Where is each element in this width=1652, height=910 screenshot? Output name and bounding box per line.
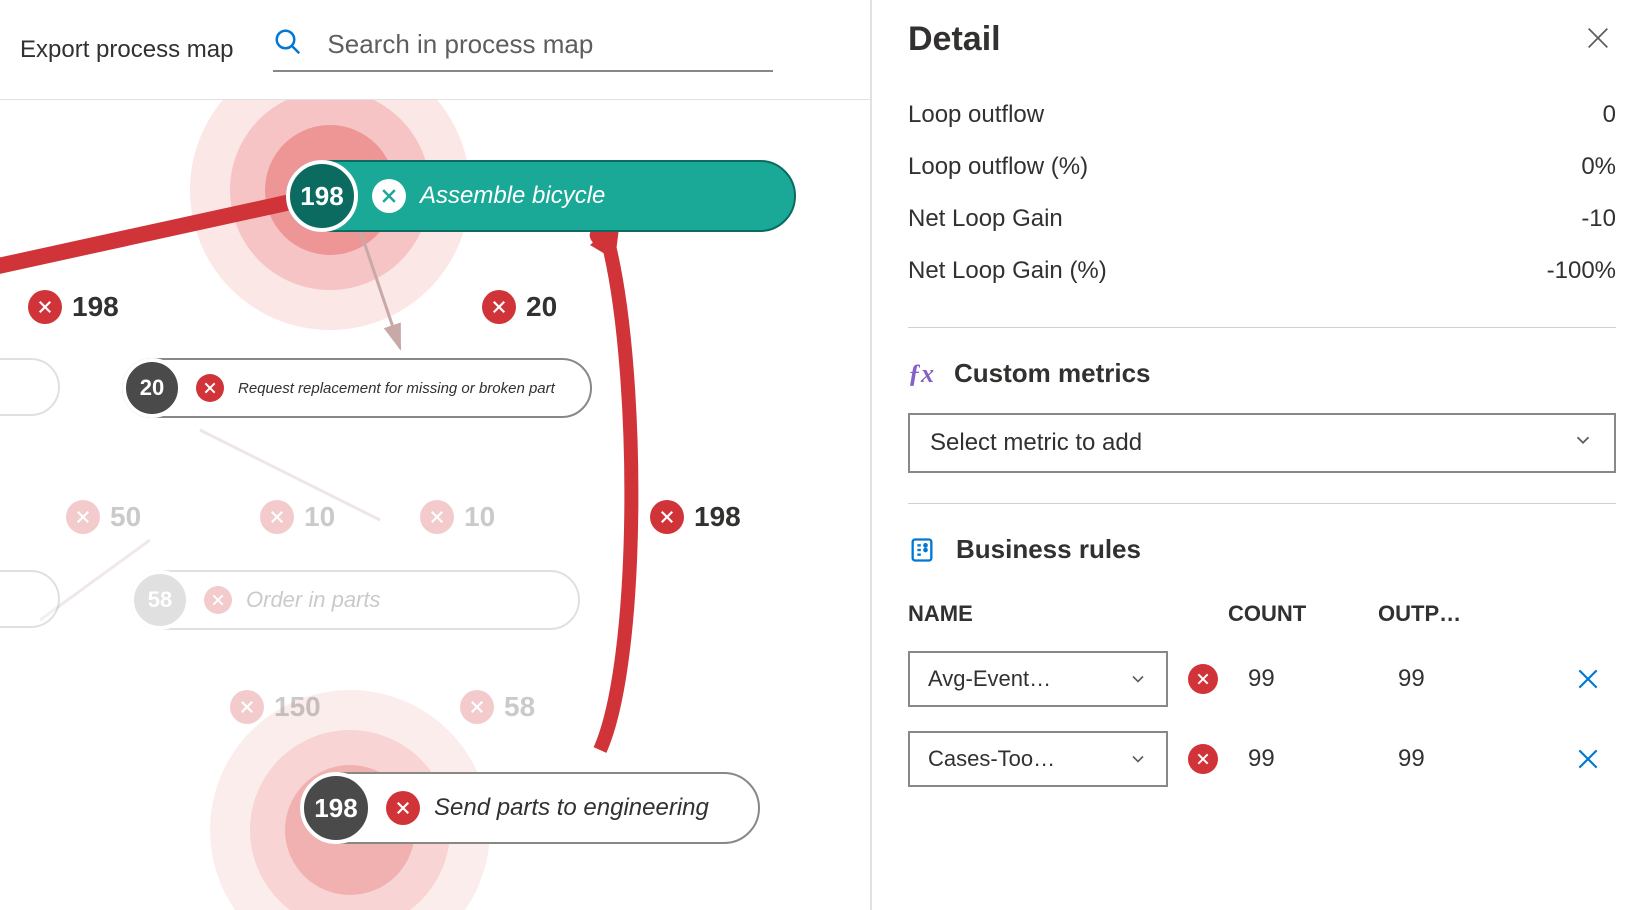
error-icon (260, 500, 294, 534)
edge-count: 58 (504, 691, 535, 723)
error-icon (66, 500, 100, 534)
edge-198b[interactable]: 198 (650, 500, 741, 534)
edge-count: 150 (274, 691, 321, 723)
node-count: 198 (300, 772, 372, 844)
delete-rule-button[interactable] (1558, 666, 1618, 692)
rules-icon (908, 536, 936, 564)
select-metric-dropdown[interactable]: Select metric to add (908, 413, 1616, 473)
rule-count: 99 (1248, 745, 1378, 773)
export-process-map-button[interactable]: Export process map (20, 36, 233, 64)
node-label: tory (0, 589, 22, 610)
edge-count: 50 (110, 501, 141, 533)
edge-20[interactable]: 20 (482, 290, 557, 324)
business-rules-header: Business rules (956, 534, 1141, 565)
node-send-engineering[interactable]: 198 Send parts to engineering (300, 772, 760, 844)
error-icon (196, 374, 224, 402)
edge-50[interactable]: 50 (66, 500, 141, 534)
close-button[interactable] (1580, 20, 1616, 59)
detail-panel: Detail Loop outflow 0 Loop outflow (%) 0… (872, 0, 1652, 910)
node-label: Request replacement for missing or broke… (238, 380, 585, 397)
edge-10a[interactable]: 10 (260, 500, 335, 534)
search-container (273, 27, 773, 72)
node-label: Send parts to engineering (434, 794, 739, 822)
edge-198[interactable]: 198 (28, 290, 119, 324)
chevron-down-icon (1572, 429, 1594, 458)
error-icon (420, 500, 454, 534)
error-icon (460, 690, 494, 724)
node-label: arts (0, 377, 22, 398)
edge-count: 198 (694, 501, 741, 533)
edge-150[interactable]: 150 (230, 690, 321, 724)
error-icon (372, 179, 406, 213)
node-partial-arts[interactable]: arts (0, 358, 60, 416)
process-map-canvas[interactable]: 198 Assemble bicycle 198 20 arts (0, 100, 870, 910)
rule-name-dropdown[interactable]: Cases-Too… (908, 731, 1168, 787)
stat-net-loop-gain: Net Loop Gain -10 (908, 193, 1616, 245)
node-order-parts[interactable]: 58 Order in parts (130, 570, 580, 630)
edge-count: 198 (72, 291, 119, 323)
stat-loop-outflow-pct: Loop outflow (%) 0% (908, 141, 1616, 193)
error-icon (650, 500, 684, 534)
rule-count: 99 (1248, 665, 1378, 693)
node-count: 198 (286, 160, 358, 232)
node-partial-tory[interactable]: tory (0, 570, 60, 628)
business-rule-row: Avg-Event… 99 99 (908, 639, 1616, 719)
edge-count: 10 (304, 501, 335, 533)
chevron-down-icon (1128, 749, 1148, 769)
edge-10b[interactable]: 10 (420, 500, 495, 534)
rule-output: 99 (1398, 665, 1538, 693)
node-label: Assemble bicycle (420, 182, 635, 210)
error-icon (482, 290, 516, 324)
rule-output: 99 (1398, 745, 1538, 773)
stat-net-loop-gain-pct: Net Loop Gain (%) -100% (908, 245, 1616, 297)
edge-58[interactable]: 58 (460, 690, 535, 724)
stat-loop-outflow: Loop outflow 0 (908, 89, 1616, 141)
node-label: Order in parts (246, 587, 411, 613)
search-icon (273, 27, 303, 62)
chevron-down-icon (1128, 669, 1148, 689)
edge-count: 10 (464, 501, 495, 533)
fx-icon: ƒx (908, 359, 934, 389)
remove-rule-icon[interactable] (1188, 664, 1218, 694)
delete-rule-button[interactable] (1558, 746, 1618, 772)
error-icon (230, 690, 264, 724)
node-request-replacement[interactable]: 20 Request replacement for missing or br… (122, 358, 592, 418)
remove-rule-icon[interactable] (1188, 744, 1218, 774)
rule-name-dropdown[interactable]: Avg-Event… (908, 651, 1168, 707)
business-rule-row: Cases-Too… 99 99 (908, 719, 1616, 799)
error-icon (28, 290, 62, 324)
error-icon (386, 791, 420, 825)
search-input[interactable] (327, 29, 773, 60)
custom-metrics-header: Custom metrics (954, 358, 1151, 389)
business-rules-table-header: NAME COUNT OUTP… (908, 589, 1616, 639)
edge-count: 20 (526, 291, 557, 323)
panel-title: Detail (908, 20, 1001, 59)
node-assemble-bicycle[interactable]: 198 Assemble bicycle (286, 160, 796, 232)
error-icon (204, 586, 232, 614)
node-count: 58 (130, 570, 190, 630)
node-count: 20 (122, 358, 182, 418)
